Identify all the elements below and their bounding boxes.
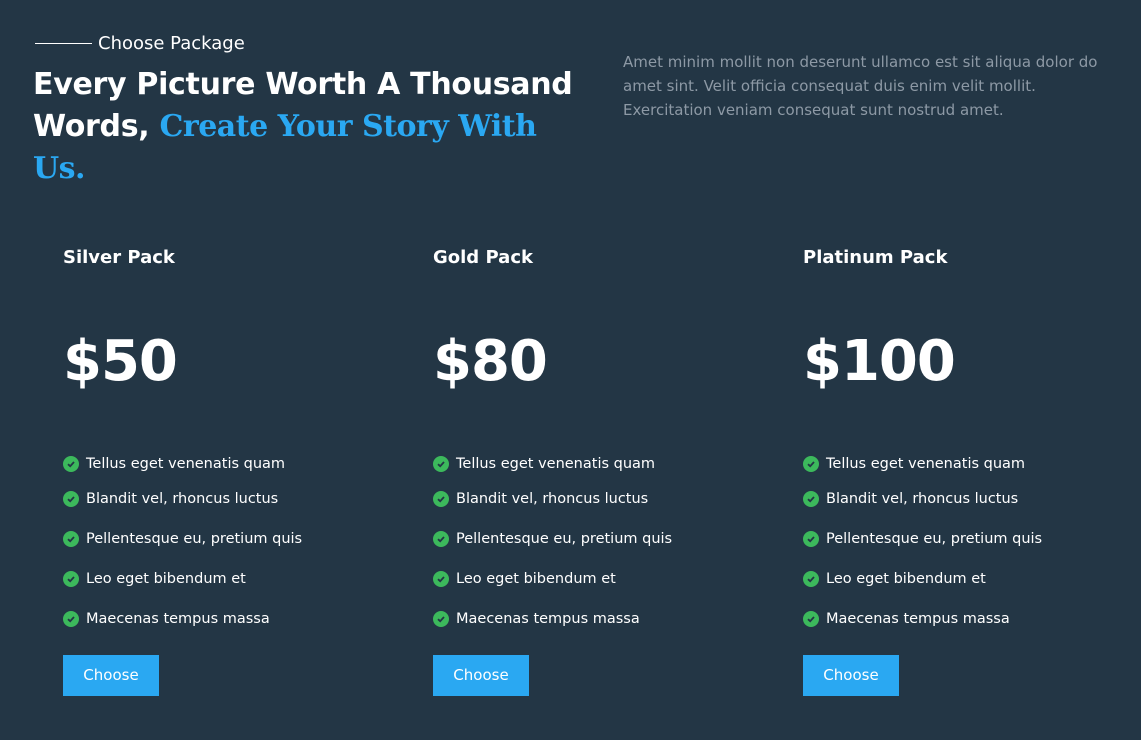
feature-list: Tellus eget venenatis quam Blandit vel, … <box>433 449 753 639</box>
check-circle-icon <box>63 611 79 627</box>
check-circle-icon <box>803 571 819 587</box>
eyebrow-label: Choose Package <box>98 33 245 54</box>
intro-paragraph: Amet minim mollit non deserunt ullamco e… <box>623 53 1098 119</box>
feature-list: Tellus eget venenatis quam Blandit vel, … <box>63 449 383 639</box>
feature-item: Tellus eget venenatis quam <box>433 449 753 479</box>
feature-label: Leo eget bibendum et <box>456 571 616 587</box>
check-circle-icon <box>63 531 79 547</box>
check-circle-icon <box>803 491 819 507</box>
feature-label: Tellus eget venenatis quam <box>86 456 286 472</box>
feature-label: Pellentesque eu, pretium quis <box>86 531 303 547</box>
feature-label: Pellentesque eu, pretium quis <box>826 531 1043 547</box>
feature-item: Maecenas tempus massa <box>433 599 753 639</box>
feature-item: Pellentesque eu, pretium quis <box>433 519 753 559</box>
check-circle-icon <box>803 531 819 547</box>
feature-item: Tellus eget venenatis quam <box>63 449 383 479</box>
feature-item: Leo eget bibendum et <box>63 559 383 599</box>
package-price: $80 <box>433 329 548 394</box>
check-circle-icon <box>803 456 819 472</box>
feature-item: Pellentesque eu, pretium quis <box>803 519 1123 559</box>
eyebrow-line <box>35 43 92 44</box>
check-circle-icon <box>433 611 449 627</box>
check-circle-icon <box>803 611 819 627</box>
package-card-silver: Silver Pack $50 Tellus eget venenatis qu… <box>63 247 383 696</box>
feature-label: Maecenas tempus massa <box>456 611 640 627</box>
feature-label: Blandit vel, rhoncus luctus <box>826 491 1019 507</box>
feature-label: Blandit vel, rhoncus luctus <box>86 491 279 507</box>
package-name: Gold Pack <box>433 247 533 268</box>
feature-label: Tellus eget venenatis quam <box>456 456 656 472</box>
package-card-gold: Gold Pack $80 Tellus eget venenatis quam… <box>433 247 753 696</box>
check-circle-icon <box>63 491 79 507</box>
choose-button-gold[interactable]: Choose <box>433 655 529 696</box>
feature-label: Tellus eget venenatis quam <box>826 456 1026 472</box>
check-circle-icon <box>63 456 79 472</box>
choose-button-platinum[interactable]: Choose <box>803 655 899 696</box>
check-circle-icon <box>433 531 449 547</box>
feature-item: Maecenas tempus massa <box>63 599 383 639</box>
feature-label: Blandit vel, rhoncus luctus <box>456 491 649 507</box>
package-price: $100 <box>803 329 956 394</box>
check-circle-icon <box>433 571 449 587</box>
check-circle-icon <box>433 456 449 472</box>
feature-list: Tellus eget venenatis quam Blandit vel, … <box>803 449 1123 639</box>
feature-label: Maecenas tempus massa <box>826 611 1010 627</box>
page-title: Every Picture Worth A Thousand Words, Cr… <box>33 64 593 190</box>
package-name: Platinum Pack <box>803 247 948 268</box>
feature-item: Blandit vel, rhoncus luctus <box>433 479 753 519</box>
feature-item: Blandit vel, rhoncus luctus <box>63 479 383 519</box>
section-eyebrow: Choose Package <box>35 33 245 54</box>
feature-label: Maecenas tempus massa <box>86 611 270 627</box>
feature-label: Leo eget bibendum et <box>826 571 986 587</box>
check-circle-icon <box>433 491 449 507</box>
feature-item: Blandit vel, rhoncus luctus <box>803 479 1123 519</box>
package-card-platinum: Platinum Pack $100 Tellus eget venenatis… <box>803 247 1123 696</box>
feature-label: Pellentesque eu, pretium quis <box>456 531 673 547</box>
feature-item: Tellus eget venenatis quam <box>803 449 1123 479</box>
choose-button-silver[interactable]: Choose <box>63 655 159 696</box>
package-price: $50 <box>63 329 178 394</box>
feature-label: Leo eget bibendum et <box>86 571 246 587</box>
feature-item: Leo eget bibendum et <box>433 559 753 599</box>
feature-item: Leo eget bibendum et <box>803 559 1123 599</box>
package-name: Silver Pack <box>63 247 175 268</box>
check-circle-icon <box>63 571 79 587</box>
feature-item: Pellentesque eu, pretium quis <box>63 519 383 559</box>
feature-item: Maecenas tempus massa <box>803 599 1123 639</box>
